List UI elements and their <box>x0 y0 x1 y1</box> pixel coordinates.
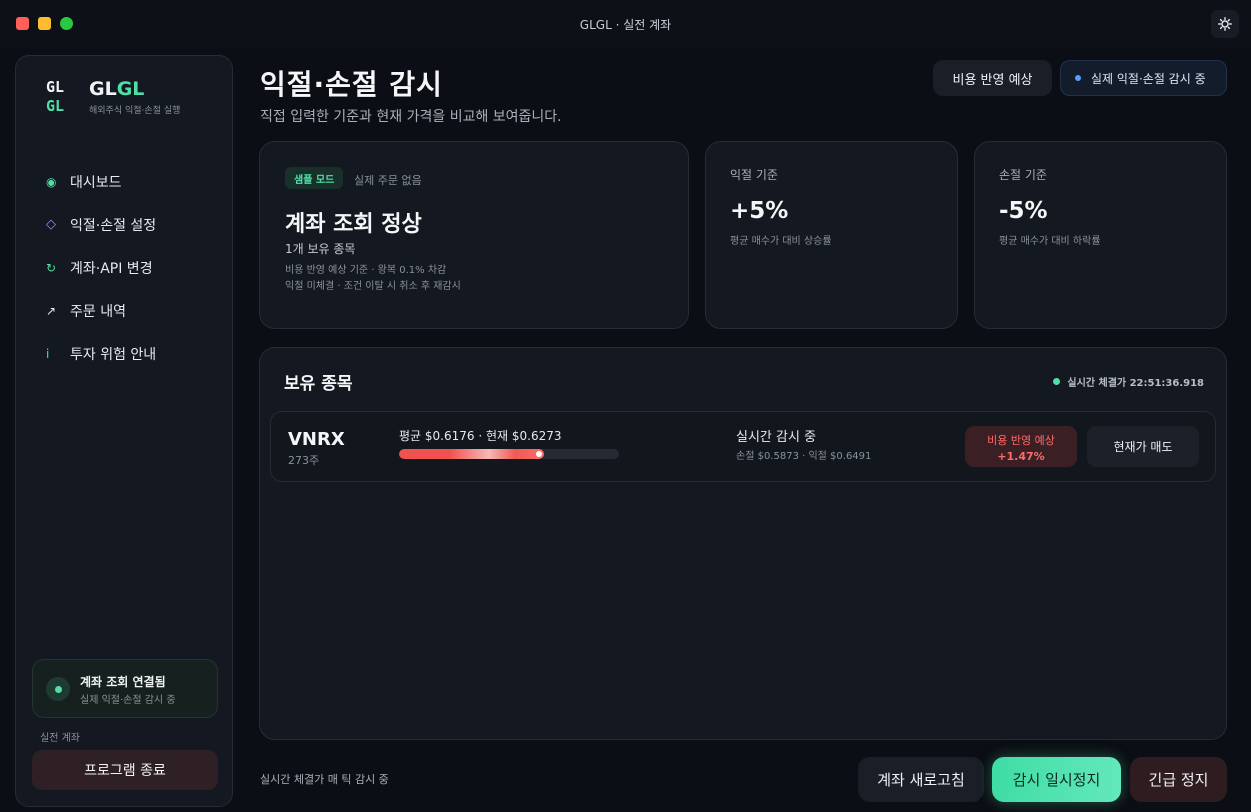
realtime-price-status: 실시간 체결가 22:51:36.918 <box>1053 374 1204 389</box>
emergency-stop-button[interactable]: 긴급 정지 <box>1130 757 1227 802</box>
sidebar: GL GL GLGL 해외주식 익절·손절 실행 ◉ 대시보드 ◇ 익절·손절 … <box>15 55 233 807</box>
sidebar-item-order-history[interactable]: ↗ 주문 내역 <box>46 289 226 332</box>
title-bar: GLGL · 실전 계좌 <box>0 0 1251 48</box>
take-profit-desc: 평균 매수가 대비 상승률 <box>730 236 832 247</box>
arrow-up-right-icon: ↗ <box>46 303 57 318</box>
price-progress-bar <box>399 449 619 459</box>
page-subtitle: 직접 입력한 기준과 현재 가격을 비교해 보여줍니다. <box>260 109 562 125</box>
realtime-price-label: 실시간 체결가 22:51:36.918 <box>1067 378 1204 389</box>
connection-subtitle: 실제 익절·손절 감시 중 <box>80 695 176 706</box>
sidebar-item-label: 익절·손절 설정 <box>70 217 157 234</box>
sidebar-item-label: 주문 내역 <box>70 303 126 320</box>
unfilled-order-note: 익절 미체결 · 조건 이탈 시 취소 후 재감시 <box>285 281 461 292</box>
sidebar-item-label: 계좌·API 변경 <box>70 260 153 277</box>
sidebar-nav: ◉ 대시보드 ◇ 익절·손절 설정 ↻ 계좌·API 변경 ↗ 주문 내역 i … <box>46 160 226 375</box>
page-title: 익절·손절 감시 <box>260 68 443 101</box>
refresh-icon: ↻ <box>46 260 57 275</box>
live-dot-icon <box>1053 378 1061 385</box>
take-profit-label: 익절 기준 <box>730 168 778 182</box>
refresh-account-button[interactable]: 계좌 새로고침 <box>858 757 984 802</box>
gear-icon <box>1218 17 1232 31</box>
connection-status-icon <box>46 677 70 701</box>
monitor-status: 실시간 감시 중 <box>736 430 817 445</box>
cost-basis-note: 비용 반영 예상 기준 · 왕복 0.1% 차감 <box>285 265 447 276</box>
cost-estimate-value: +1.47% <box>997 450 1045 463</box>
account-status-card: 샘플 모드 실제 주문 없음 계좌 조회 정상 1개 보유 종목 비용 반영 예… <box>259 141 689 329</box>
sidebar-item-label: 대시보드 <box>70 174 122 191</box>
holdings-title: 보유 종목 <box>284 374 353 394</box>
stop-loss-value: -5% <box>999 198 1048 224</box>
pause-monitoring-button[interactable]: 감시 일시정지 <box>992 757 1121 802</box>
table-row[interactable]: VNRX 273주 평균 $0.6176 · 현재 $0.6273 실시간 감시… <box>270 411 1216 482</box>
threshold-prices: 손절 $0.5873 · 익절 $0.6491 <box>736 451 872 462</box>
sidebar-item-account-api[interactable]: ↻ 계좌·API 변경 <box>46 246 226 289</box>
sidebar-item-label: 투자 위험 안내 <box>70 346 157 363</box>
sell-at-market-button[interactable]: 현재가 매도 <box>1087 426 1199 467</box>
account-type-label: 실전 계좌 <box>40 733 80 744</box>
live-badge-label: 실제 익절·손절 감시 중 <box>1091 71 1206 86</box>
progress-knob-icon <box>536 451 543 457</box>
settings-button[interactable] <box>1211 10 1239 38</box>
stop-loss-label: 손절 기준 <box>999 168 1047 182</box>
price-summary: 평균 $0.6176 · 현재 $0.6273 <box>399 429 562 443</box>
logo-line-1: GL <box>46 78 65 96</box>
brand-part-1: GL <box>89 78 117 100</box>
sidebar-item-risk-notice[interactable]: i 투자 위험 안내 <box>46 332 226 375</box>
active-dot-icon: ◉ <box>46 174 57 189</box>
info-icon: i <box>46 346 50 361</box>
cost-estimate-button[interactable]: 비용 반영 예상 <box>933 60 1052 96</box>
connection-status-card: 계좌 조회 연결됨 실제 익절·손절 감시 중 <box>32 659 218 718</box>
window-title: GLGL · 실전 계좌 <box>579 18 672 32</box>
exit-program-button[interactable]: 프로그램 종료 <box>32 750 218 790</box>
cost-estimate-badge: 비용 반영 예상 +1.47% <box>965 426 1077 467</box>
cost-estimate-label: 비용 반영 예상 <box>987 434 1055 447</box>
live-monitoring-badge[interactable]: 실제 익절·손절 감시 중 <box>1060 60 1227 96</box>
price-progress-fill <box>399 449 545 459</box>
stop-loss-card[interactable]: 손절 기준 -5% 평균 매수가 대비 하락률 <box>974 141 1227 329</box>
holdings-panel: 보유 종목 실시간 체결가 22:51:36.918 VNRX 273주 평균 … <box>259 347 1227 740</box>
logo-line-2: GL <box>46 97 65 115</box>
brand-part-2: GL <box>116 78 145 100</box>
brand-name: GLGL <box>89 78 144 100</box>
footer-status-note: 실시간 체결가 매 틱 감시 중 <box>260 773 389 786</box>
connection-title: 계좌 조회 연결됨 <box>80 675 166 689</box>
sample-mode-badge: 샘플 모드 <box>285 167 344 189</box>
sample-mode-note: 실제 주문 없음 <box>354 174 422 187</box>
brand-subtitle: 해외주식 익절·손절 실행 <box>89 106 181 116</box>
sidebar-item-dashboard[interactable]: ◉ 대시보드 <box>46 160 226 203</box>
take-profit-value: +5% <box>730 198 789 224</box>
live-status-dot-icon <box>1075 75 1081 81</box>
account-status-title: 계좌 조회 정상 <box>285 212 422 237</box>
ticker-symbol: VNRX <box>288 429 345 450</box>
stop-loss-desc: 평균 매수가 대비 하락률 <box>999 236 1101 247</box>
sidebar-item-tp-sl-settings[interactable]: ◇ 익절·손절 설정 <box>46 203 226 246</box>
logo: GL GL <box>46 78 64 116</box>
diamond-icon: ◇ <box>46 217 56 232</box>
holdings-count: 1개 보유 종목 <box>285 242 356 256</box>
take-profit-card[interactable]: 익절 기준 +5% 평균 매수가 대비 상승률 <box>705 141 958 329</box>
share-quantity: 273주 <box>288 454 320 467</box>
